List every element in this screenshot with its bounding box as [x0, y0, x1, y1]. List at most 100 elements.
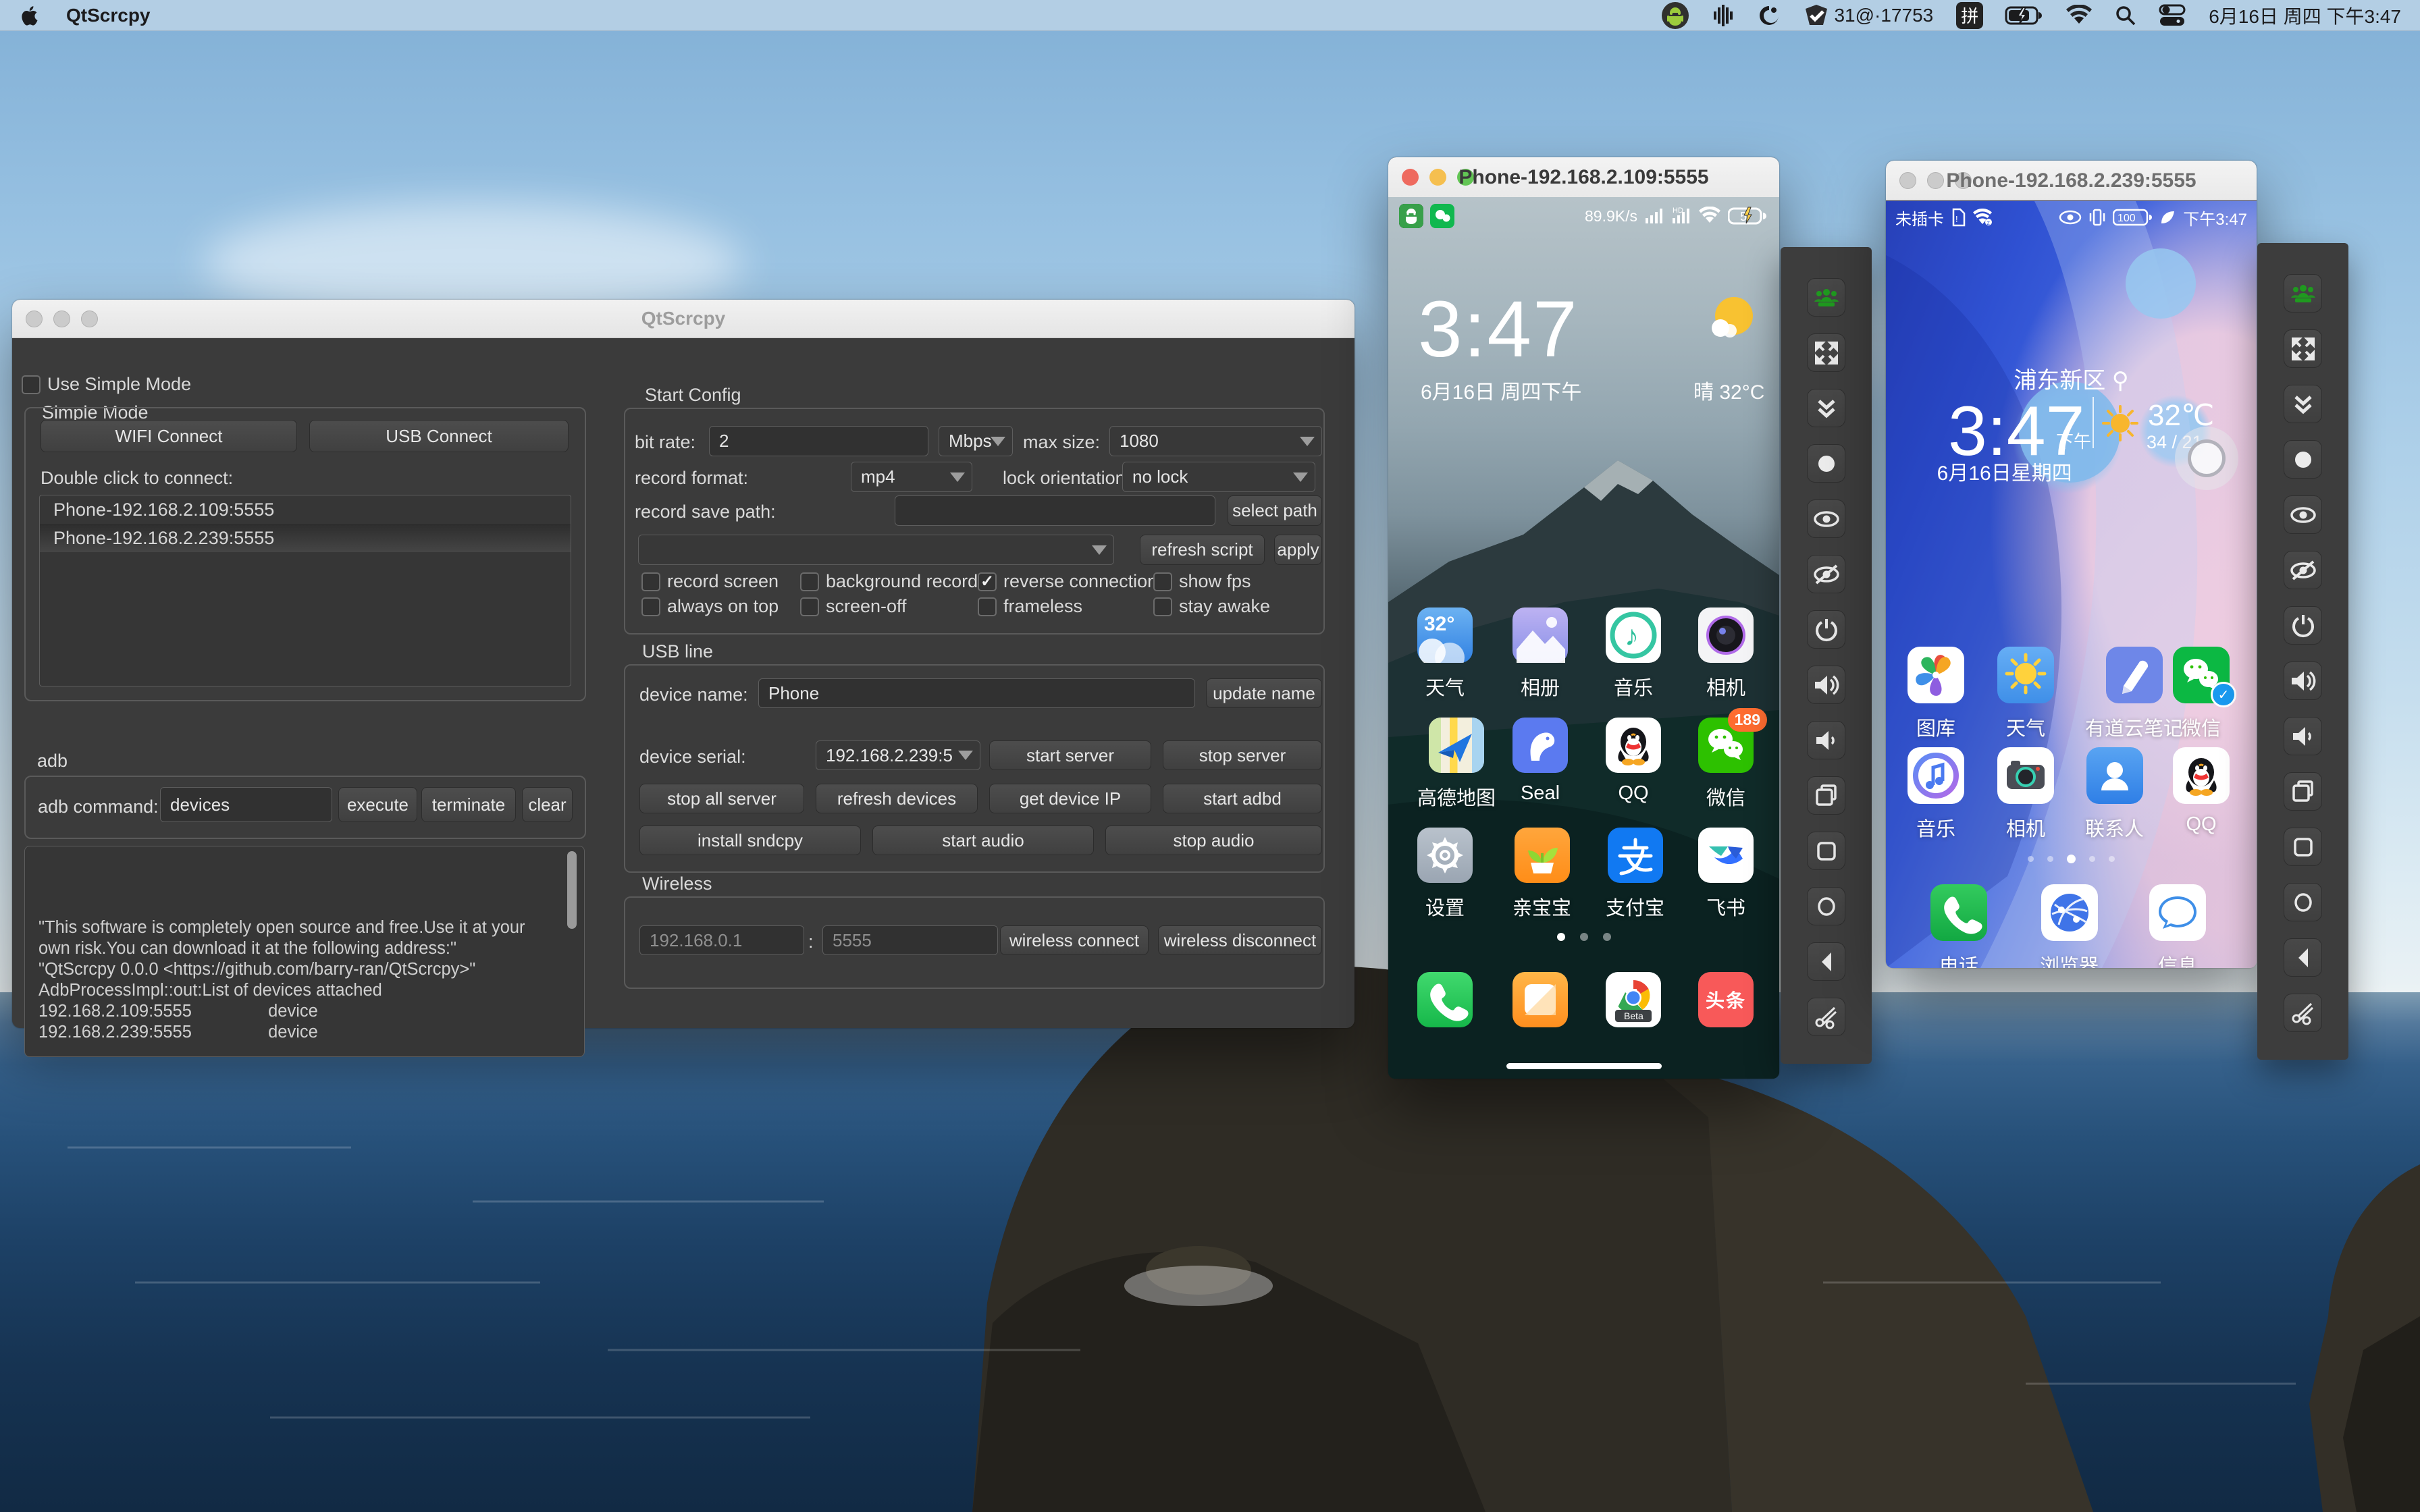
usb-connect-button[interactable]: USB Connect [309, 420, 569, 452]
volume-down-icon[interactable] [2284, 717, 2322, 755]
adb-log-output[interactable]: "This software is completely open source… [24, 846, 585, 1057]
app-shortcut[interactable]: 相册 [1512, 608, 1568, 701]
control-center-icon[interactable] [2159, 4, 2186, 27]
back-icon[interactable] [2284, 938, 2322, 977]
app-shortcut[interactable]: 天气 [1997, 647, 2054, 741]
power-icon[interactable] [2284, 606, 2322, 645]
app-shortcut[interactable]: 图库 [1908, 647, 1964, 741]
start-adbd-button[interactable]: start adbd [1163, 784, 1322, 813]
assistive-ball[interactable] [2175, 427, 2238, 490]
checkbox-box[interactable] [800, 572, 819, 591]
config-checkbox[interactable]: always on top [641, 596, 779, 617]
max-size-combo[interactable]: 1080 [1109, 426, 1322, 456]
config-checkbox[interactable]: record screen [641, 571, 779, 592]
clear-button[interactable]: clear [522, 787, 573, 822]
app-shortcut[interactable]: 相机 [1698, 608, 1754, 701]
menubar-clock[interactable]: 6月16日 周四 下午3:47 [2209, 2, 2401, 29]
config-checkbox[interactable]: show fps [1153, 571, 1251, 592]
stop-audio-button[interactable]: stop audio [1105, 826, 1322, 855]
start-audio-button[interactable]: start audio [872, 826, 1094, 855]
device-list-item[interactable]: Phone-192.168.2.239:5555 [40, 524, 571, 552]
app-shortcut[interactable]: 有道云笔记 [2085, 647, 2183, 741]
apple-menu[interactable] [20, 5, 38, 26]
wireless-connect-button[interactable]: wireless connect [1000, 925, 1149, 955]
back-icon[interactable] [1807, 942, 1845, 981]
menu-circle-icon[interactable] [2284, 883, 2322, 921]
menubar-app-name[interactable]: QtScrcpy [66, 5, 151, 26]
log-scrollbar[interactable] [567, 851, 577, 929]
stop-all-server-button[interactable]: stop all server [639, 784, 804, 813]
battery-icon[interactable] [2005, 3, 2044, 28]
dock-app[interactable]: 信息 [2149, 884, 2206, 968]
wifi-connect-button[interactable]: WIFI Connect [41, 420, 297, 452]
dock-app[interactable]: 电话 [1930, 884, 1987, 968]
device-list-item[interactable]: Phone-192.168.2.109:5555 [40, 495, 571, 524]
app-shortcut[interactable]: ✓ 微信 [2173, 647, 2236, 741]
checkbox-box[interactable]: ✓ [978, 572, 997, 591]
app-shortcut[interactable]: 联系人 [2085, 747, 2144, 842]
checkbox-box[interactable] [1153, 572, 1172, 591]
app-shortcut[interactable]: ♪ 音乐 [1606, 608, 1661, 701]
start-server-button[interactable]: start server [989, 740, 1151, 770]
stop-server-button[interactable]: stop server [1163, 740, 1322, 770]
swirl-status-icon[interactable] [1757, 3, 1781, 28]
vpn-check-icon[interactable] [1803, 2, 1830, 29]
phone2-titlebar[interactable]: Phone-192.168.2.239:5555 [1886, 161, 2257, 200]
power-icon[interactable] [1807, 610, 1845, 649]
checkbox-box[interactable] [641, 572, 660, 591]
app-shortcut[interactable]: 飞书 [1698, 828, 1754, 921]
collapse-icon[interactable] [1807, 389, 1845, 427]
eye-closed-icon[interactable] [2284, 551, 2322, 589]
dock-app[interactable]: Beta [1606, 972, 1661, 1027]
app-shortcut[interactable]: 189 微信 [1698, 708, 1767, 811]
checkbox-box[interactable] [641, 597, 660, 616]
app-shortcut[interactable]: 支付宝 [1606, 828, 1664, 921]
wireless-port-input[interactable]: 5555 [822, 925, 998, 955]
dock-app[interactable] [1512, 972, 1568, 1027]
dock-app[interactable]: 浏览器 [2040, 884, 2099, 968]
wifi-icon[interactable] [2066, 4, 2093, 26]
dock-app[interactable] [1417, 972, 1473, 1027]
refresh-devices-button[interactable]: refresh devices [816, 784, 978, 813]
eye-open-icon[interactable] [1807, 500, 1845, 538]
spotlight-search-icon[interactable] [2114, 4, 2137, 27]
wireless-disconnect-button[interactable]: wireless disconnect [1158, 925, 1322, 955]
adb-command-input[interactable]: devices [160, 787, 332, 822]
device-name-input[interactable]: Phone [758, 678, 1195, 708]
screenshot-icon[interactable] [1807, 998, 1845, 1036]
menu-circle-icon[interactable] [1807, 887, 1845, 925]
app-shortcut[interactable]: Seal [1512, 718, 1568, 805]
home-indicator[interactable] [1506, 1063, 1662, 1069]
app-shortcut[interactable]: 设置 [1417, 828, 1473, 921]
record-dot-icon[interactable] [1807, 444, 1845, 483]
eye-closed-icon[interactable] [1807, 555, 1845, 593]
audio-bars-icon[interactable] [1711, 3, 1735, 28]
refresh-script-button[interactable]: refresh script [1140, 535, 1265, 565]
checkbox-box[interactable] [978, 597, 997, 616]
execute-button[interactable]: execute [338, 787, 417, 822]
get-device-ip-button[interactable]: get device IP [989, 784, 1151, 813]
select-path-button[interactable]: select path [1228, 495, 1322, 526]
wireless-ip-input[interactable]: 192.168.0.1 [639, 925, 804, 955]
config-checkbox[interactable]: background record [800, 571, 978, 592]
group-icon[interactable] [2284, 274, 2322, 313]
apply-button[interactable]: apply [1274, 535, 1322, 565]
terminate-button[interactable]: terminate [421, 787, 516, 822]
bit-rate-unit-combo[interactable]: Mbps [939, 426, 1013, 456]
record-format-combo[interactable]: mp4 [851, 462, 972, 492]
group-icon[interactable] [1807, 278, 1845, 317]
fullscreen-icon[interactable] [2284, 329, 2322, 368]
fullscreen-icon[interactable] [1807, 333, 1845, 372]
config-checkbox[interactable]: ✓ reverse connection [978, 571, 1157, 592]
app-shortcut[interactable]: 音乐 [1908, 747, 1964, 842]
app-shortcut[interactable]: QQ [2173, 747, 2230, 836]
lock-orientation-combo[interactable]: no lock [1122, 462, 1315, 492]
app-shortcut[interactable]: 相机 [1997, 747, 2054, 842]
config-checkbox[interactable]: stay awake [1153, 596, 1270, 617]
checkbox-box[interactable] [22, 375, 41, 394]
record-save-path-input[interactable] [895, 495, 1215, 526]
android-status-icon[interactable] [1661, 1, 1689, 30]
input-method-icon[interactable]: 拼 [1956, 1, 1984, 29]
config-checkbox[interactable]: frameless [978, 596, 1082, 617]
volume-up-icon[interactable] [2284, 662, 2322, 700]
